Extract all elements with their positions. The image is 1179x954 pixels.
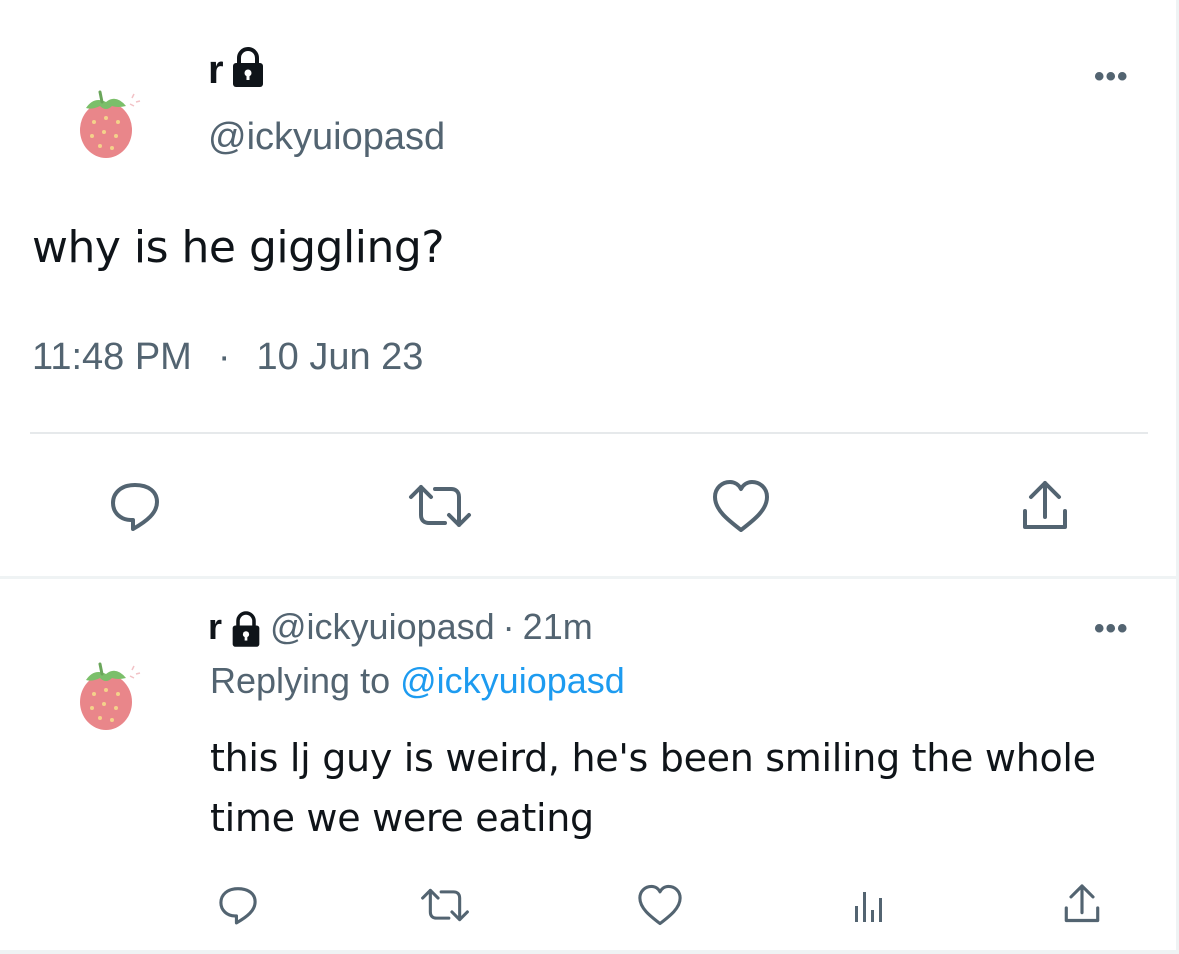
share-icon bbox=[1064, 884, 1100, 923]
reply-icon bbox=[111, 483, 159, 531]
bottom-border bbox=[0, 950, 1179, 954]
views-button[interactable] bbox=[844, 882, 894, 930]
meta-separator: · bbox=[217, 336, 231, 378]
share-button[interactable] bbox=[1054, 878, 1110, 930]
views-icon bbox=[855, 892, 882, 922]
like-button[interactable] bbox=[632, 880, 688, 930]
tweet-text: why is he giggling? bbox=[32, 222, 445, 273]
handle[interactable]: @ickyuiopasd bbox=[208, 116, 445, 159]
avatar[interactable] bbox=[72, 654, 144, 734]
retweet-button[interactable] bbox=[412, 880, 478, 930]
reply-header: r @ickyuiopasd · 21m bbox=[208, 606, 593, 648]
strawberry-avatar-icon bbox=[80, 662, 141, 730]
like-button[interactable] bbox=[706, 476, 776, 536]
retweet-icon bbox=[409, 485, 471, 527]
avatar[interactable] bbox=[72, 82, 144, 162]
replying-to-link[interactable]: @ickyuiopasd bbox=[400, 660, 625, 701]
reply-text: this lj guy is weird, he's been smiling … bbox=[210, 736, 1096, 840]
replying-prefix: Replying to bbox=[210, 660, 391, 701]
tweet-meta: 11:48 PM · 10 Jun 23 bbox=[32, 336, 423, 379]
retweet-button[interactable] bbox=[400, 476, 480, 536]
reply-age[interactable]: 21m bbox=[523, 606, 593, 648]
divider bbox=[30, 432, 1148, 434]
tweet-date[interactable]: 10 Jun 23 bbox=[257, 336, 424, 379]
header-dot: · bbox=[502, 606, 515, 648]
like-icon bbox=[713, 480, 769, 532]
section-separator bbox=[0, 576, 1179, 579]
strawberry-avatar-icon bbox=[80, 90, 141, 158]
share-icon bbox=[1023, 481, 1067, 529]
handle[interactable]: @ickyuiopasd bbox=[270, 606, 495, 648]
more-options-icon[interactable]: ••• bbox=[1094, 60, 1129, 94]
more-options-icon[interactable]: ••• bbox=[1094, 612, 1129, 646]
display-name[interactable]: r bbox=[208, 50, 224, 90]
share-button[interactable] bbox=[1010, 474, 1080, 538]
lock-icon bbox=[230, 46, 266, 93]
replying-to-line: Replying to @ickyuiopasd bbox=[210, 660, 625, 702]
lock-icon bbox=[230, 606, 262, 648]
reply-button[interactable] bbox=[210, 880, 266, 930]
retweet-icon bbox=[421, 888, 469, 922]
reply-button[interactable] bbox=[100, 476, 170, 536]
tweet-time[interactable]: 11:48 PM bbox=[32, 336, 192, 379]
author-row: r bbox=[208, 46, 266, 93]
like-icon bbox=[638, 884, 682, 926]
reply-icon bbox=[219, 887, 257, 925]
display-name[interactable]: r bbox=[208, 606, 222, 648]
